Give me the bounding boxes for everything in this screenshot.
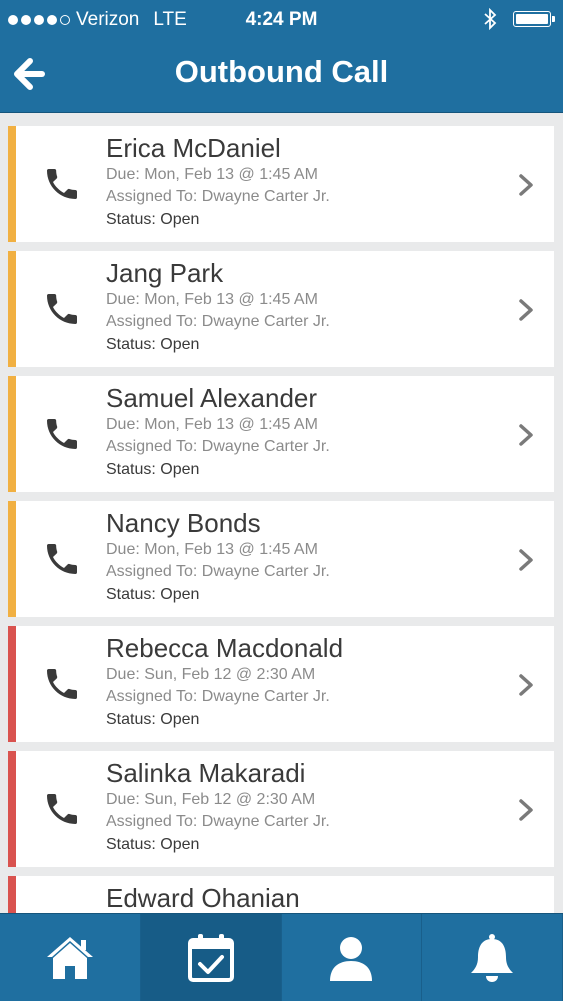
task-status: Status: Open <box>106 586 200 603</box>
task-card[interactable]: Samuel Alexander Due: Mon, Feb 13 @ 1:45… <box>8 376 554 492</box>
contact-name: Rebecca Macdonald <box>106 633 344 663</box>
navigation-bar: Outbound Call <box>0 38 563 113</box>
assigned-to: Assigned To: Dwayne Carter Jr. <box>106 438 330 455</box>
phone-icon <box>47 294 77 324</box>
task-status: Status: Open <box>106 836 200 853</box>
task-status: Status: Open <box>106 711 200 728</box>
battery-icon <box>513 11 555 27</box>
phone-icon <box>47 169 77 199</box>
contact-name: Salinka Makaradi <box>106 758 306 788</box>
priority-accent <box>8 376 16 492</box>
chevron-right-icon <box>519 799 533 821</box>
assigned-to: Assigned To: Dwayne Carter Jr. <box>106 188 330 205</box>
calendar-check-icon <box>187 933 234 982</box>
bell-icon <box>471 933 514 982</box>
task-card[interactable]: Rebecca Macdonald Due: Sun, Feb 12 @ 2:3… <box>8 626 554 742</box>
assigned-to: Assigned To: Dwayne Carter Jr. <box>106 563 330 580</box>
status-bar: Verizon LTE 4:24 PM <box>0 0 563 38</box>
priority-accent <box>8 501 16 617</box>
priority-accent <box>8 251 16 367</box>
chevron-right-icon <box>519 674 533 696</box>
task-status: Status: Open <box>106 336 200 353</box>
page-title: Outbound Call <box>174 54 389 89</box>
due-date: Due: Sun, Feb 12 @ 2:30 AM <box>106 666 316 683</box>
tab-notifications[interactable] <box>422 914 563 1001</box>
home-icon <box>46 936 93 979</box>
assigned-to: Assigned To: Dwayne Carter Jr. <box>106 813 330 830</box>
priority-accent <box>8 126 16 242</box>
contact-name: Jang Park <box>106 258 224 288</box>
task-card[interactable]: Salinka Makaradi Due: Sun, Feb 12 @ 2:30… <box>8 751 554 867</box>
phone-icon <box>47 419 77 449</box>
due-date: Due: Mon, Feb 13 @ 1:45 AM <box>106 541 318 558</box>
assigned-to: Assigned To: Dwayne Carter Jr. <box>106 313 330 330</box>
contact-name: Samuel Alexander <box>106 383 318 413</box>
tab-bar <box>0 913 563 1001</box>
task-card[interactable]: Jang Park Due: Mon, Feb 13 @ 1:45 AM Ass… <box>8 251 554 367</box>
user-icon <box>330 936 373 981</box>
chevron-right-icon <box>519 299 533 321</box>
assigned-to: Assigned To: Dwayne Carter Jr. <box>106 688 330 705</box>
tab-tasks[interactable] <box>140 914 282 1001</box>
tab-profile[interactable] <box>282 914 423 1001</box>
phone-icon <box>47 669 77 699</box>
due-date: Due: Sun, Feb 12 @ 2:30 AM <box>106 791 316 808</box>
priority-accent <box>8 626 16 742</box>
contact-name: Nancy Bonds <box>106 508 261 538</box>
due-date: Due: Mon, Feb 13 @ 1:45 AM <box>106 166 318 183</box>
due-date: Due: Mon, Feb 13 @ 1:45 AM <box>106 416 318 433</box>
contact-name: Erica McDaniel <box>106 133 281 163</box>
chevron-right-icon <box>519 549 533 571</box>
task-status: Status: Open <box>106 461 200 478</box>
priority-accent <box>8 751 16 867</box>
contact-name: Edward Ohanian <box>106 883 300 913</box>
task-card[interactable]: Erica McDaniel Due: Mon, Feb 13 @ 1:45 A… <box>8 126 554 242</box>
tab-home[interactable] <box>0 914 141 1001</box>
bluetooth-icon <box>484 8 497 30</box>
phone-icon <box>47 544 77 574</box>
due-date: Due: Mon, Feb 13 @ 1:45 AM <box>106 291 318 308</box>
task-list: Erica McDaniel Due: Mon, Feb 13 @ 1:45 A… <box>8 126 554 1001</box>
phone-icon <box>47 794 77 824</box>
chevron-right-icon <box>519 424 533 446</box>
task-card[interactable]: Nancy Bonds Due: Mon, Feb 13 @ 1:45 AM A… <box>8 501 554 617</box>
chevron-right-icon <box>519 174 533 196</box>
task-status: Status: Open <box>106 211 200 228</box>
clock: 4:24 PM <box>245 9 318 30</box>
